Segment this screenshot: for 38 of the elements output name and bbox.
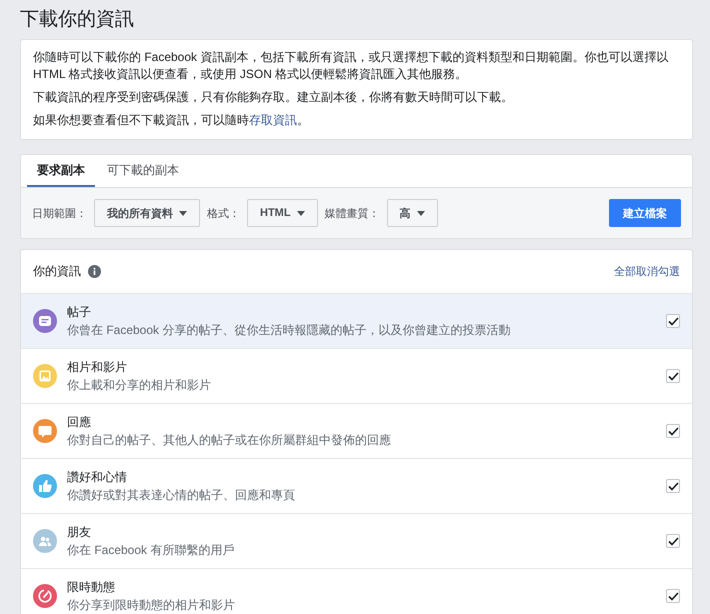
checkbox[interactable] [666,589,680,603]
caret-icon [296,210,305,216]
checkbox[interactable] [666,479,680,493]
category-description: 你在 Facebook 有所聯繫的用戶 [67,542,236,558]
caret-icon [416,210,425,216]
caret-icon [179,210,187,216]
paragraph: 如果你想要查看但不下載資訊，可以隨時存取資訊。 [33,112,310,129]
category-description: 你讚好或對其表達心情的帖子、回應和專頁 [67,487,296,503]
info-icon[interactable] [88,265,101,278]
tab[interactable]: 可下載的副本 [97,155,189,187]
option-label: 格式： [207,206,240,220]
category-title: 限時動態 [67,579,116,595]
category-description: 你上載和分享的相片和影片 [67,377,212,393]
access-info-link[interactable]: 存取資訊 [249,113,297,127]
dropdown[interactable]: 我的所有資料 [94,199,200,227]
checkbox[interactable] [666,314,680,328]
checkbox[interactable] [666,369,680,383]
paragraph: 你隨時可以下載你的 Facebook 資訊副本，包括下載所有資訊，或只選擇想下載的資料類型和日期範圍。你也可以選擇以 HTML 格式接收資訊以便查看，或使用 JSON 格式以便輕鬆將資訊匯入其他服務。 [33,49,670,83]
create-file-button[interactable]: 建立檔案 [609,199,681,227]
option-label: 媒體畫質： [324,206,380,220]
category-title: 回應 [67,414,92,430]
category-title: 朋友 [67,524,92,540]
paragraph: 下載資訊的程序受到密碼保護，只有你能夠存取。建立副本後，你將有數天時間可以下載。 [33,89,514,106]
deselect-all-link[interactable]: 全部取消勾選 [614,264,680,279]
category-description: 你對自己的帖子、其他人的帖子或在你所屬群組中發佈的回應 [67,432,392,448]
category-title: 相片和影片 [67,359,128,375]
checkbox[interactable] [666,534,680,548]
dropdown[interactable]: HTML [247,199,318,227]
section-title: 你的資訊 [33,263,81,280]
category-row[interactable]: 帖子 你曾在 Facebook 分享的帖子、從你生活時報隱藏的帖子，以及你曾建立的投票活動 [21,294,692,349]
category-title: 帖子 [67,304,92,320]
page-title: 下載你的資訊 [20,8,135,32]
category-title: 讚好和心情 [67,469,128,485]
option-label: 日期範圍： [32,206,87,220]
category-description: 你曾在 Facebook 分享的帖子、從你生活時報隱藏的帖子，以及你曾建立的投票活動 [67,322,512,338]
checkbox[interactable] [666,424,680,438]
category-description: 你分享到限時動態的相片和影片 [67,597,236,613]
dropdown[interactable]: 高 [386,199,438,227]
